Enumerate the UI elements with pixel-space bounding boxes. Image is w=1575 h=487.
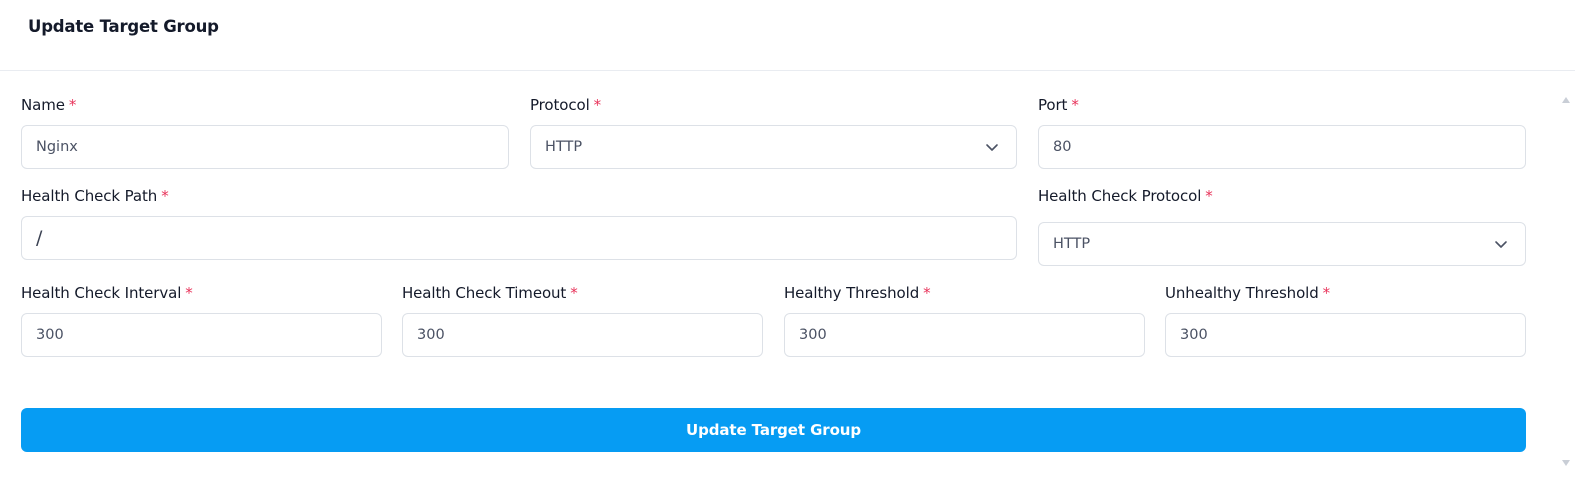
required-marker: *	[161, 187, 169, 205]
required-marker: *	[570, 284, 578, 302]
form-header: Update Target Group	[0, 0, 1575, 71]
required-marker: *	[68, 96, 77, 114]
health-check-timeout-label: Health Check Timeout *	[402, 284, 578, 302]
protocol-select-value: HTTP	[545, 139, 583, 155]
scrollbar[interactable]	[1559, 108, 1569, 456]
health-check-timeout-input[interactable]: 300	[402, 313, 763, 357]
unhealthy-threshold-label: Unhealthy Threshold *	[1165, 284, 1331, 302]
page-title: Update Target Group	[28, 17, 219, 36]
health-check-interval-input[interactable]: 300	[21, 313, 382, 357]
protocol-select[interactable]: HTTP	[530, 125, 1017, 169]
name-input[interactable]: Nginx	[21, 125, 509, 169]
required-marker: *	[1071, 96, 1079, 114]
health-check-path-value: /	[36, 227, 43, 249]
required-marker: *	[1205, 187, 1213, 205]
health-check-timeout-value: 300	[417, 327, 445, 343]
chevron-down-icon	[1495, 241, 1507, 248]
healthy-threshold-value: 300	[799, 327, 827, 343]
name-input-value: Nginx	[36, 139, 78, 155]
unhealthy-threshold-input[interactable]: 300	[1165, 313, 1526, 357]
protocol-label: Protocol *	[530, 96, 602, 114]
healthy-threshold-label: Healthy Threshold *	[784, 284, 931, 302]
port-input[interactable]: 80	[1038, 125, 1526, 169]
update-target-group-button[interactable]: Update Target Group	[21, 408, 1526, 452]
port-label: Port *	[1038, 96, 1079, 114]
healthy-threshold-input[interactable]: 300	[784, 313, 1145, 357]
health-check-path-input[interactable]: /	[21, 216, 1017, 260]
required-marker: *	[593, 96, 602, 114]
port-input-value: 80	[1053, 139, 1072, 155]
chevron-down-icon	[986, 144, 998, 151]
health-check-interval-value: 300	[36, 327, 64, 343]
required-marker: *	[1322, 284, 1331, 302]
health-check-protocol-select[interactable]: HTTP	[1038, 222, 1526, 266]
required-marker: *	[185, 284, 193, 302]
required-marker: *	[923, 284, 931, 302]
unhealthy-threshold-value: 300	[1180, 327, 1208, 343]
scroll-down-arrow-icon[interactable]	[1562, 460, 1570, 466]
health-check-path-label: Health Check Path *	[21, 187, 169, 205]
health-check-interval-label: Health Check Interval *	[21, 284, 193, 302]
health-check-protocol-value: HTTP	[1053, 236, 1091, 252]
scroll-up-arrow-icon[interactable]	[1562, 97, 1570, 103]
name-label: Name *	[21, 96, 77, 114]
health-check-protocol-label: Health Check Protocol *	[1038, 187, 1213, 205]
